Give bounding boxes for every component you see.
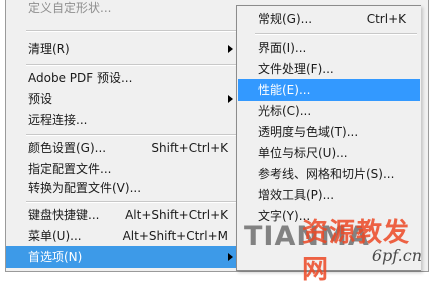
menu-item-label: 转换为配置文件(V)... [28,181,142,195]
menu-item-shortcut: Alt+Shift+Ctrl+K [125,208,228,222]
submenu-item-label: 透明度与色域(T)... [258,125,359,139]
menu-separator [26,64,238,66]
submenu-item-label: 参考线、网格和切片(S)... [258,167,395,181]
watermark: TIANMA 资源教发网 6pf.cn [244,207,422,285]
menu-item-label: 指定配置文件... [28,162,112,176]
menu-separator [26,30,238,32]
submenu-item-file-handling[interactable]: 文件处理(F)... [238,58,420,80]
menu-item-shortcut: Alt+Shift+Ctrl+M [122,229,228,243]
menu-item-label: 菜单(U)... [28,229,82,243]
submenu-item-shortcut: Ctrl+K [366,12,406,26]
submenu-item-label: 增效工具(P)... [258,188,335,202]
watermark-url-text: 6pf.cn [371,246,422,265]
menu-item-label: 键盘快捷键... [28,208,100,222]
menu-item-define-custom-shape[interactable]: 定义自定形状... [6,0,238,20]
menu-item-convert-to-profile[interactable]: 转换为配置文件(V)... [6,177,238,199]
submenu-item-label: 界面(I)... [258,41,307,55]
menu-item-label: 远程连接... [28,113,88,127]
menu-item-label: 颜色设置(G)... [28,141,107,155]
menu-item-adobe-pdf-presets[interactable]: Adobe PDF 预设... [6,67,238,89]
menu-item-remote-connections[interactable]: 远程连接... [6,109,238,131]
submenu-item-label: 性能(E)... [258,83,311,97]
menu-item-label: 定义自定形状... [28,1,112,15]
menu-item-preferences[interactable]: 首选项(N) [6,246,238,268]
menu-item-color-settings[interactable]: 颜色设置(G)... Shift+Ctrl+K [6,137,238,159]
submenu-item-label: 单位与标尺(U)... [258,146,348,160]
submenu-item-transparency-gamut[interactable]: 透明度与色域(T)... [238,121,420,143]
submenu-item-interface[interactable]: 界面(I)... [238,37,420,59]
submenu-item-general[interactable]: 常规(G)... Ctrl+K [238,8,420,30]
submenu-arrow-icon [228,253,233,261]
submenu-item-label: 光标(C)... [258,104,312,118]
menu-separator [255,33,417,35]
submenu-arrow-icon [228,45,233,53]
submenu-item-cursors[interactable]: 光标(C)... [238,100,420,122]
menu-item-label: Adobe PDF 预设... [28,71,133,85]
submenu-item-guides-grid-slices[interactable]: 参考线、网格和切片(S)... [238,163,420,185]
menu-separator [26,201,238,203]
submenu-item-performance[interactable]: 性能(E)... [238,79,420,101]
submenu-item-label: 文件处理(F)... [258,62,334,76]
submenu-arrow-icon [228,95,233,103]
menu-separator [26,134,238,136]
menu-item-label: 首选项(N) [28,250,83,264]
menu-item-menus[interactable]: 菜单(U)... Alt+Shift+Ctrl+M [6,225,238,247]
menu-item-presets[interactable]: 预设 [6,88,238,110]
menu-item-purge[interactable]: 清理(R) [6,38,238,60]
menu-item-keyboard-shortcuts[interactable]: 键盘快捷键... Alt+Shift+Ctrl+K [6,204,238,226]
menu-item-shortcut: Shift+Ctrl+K [151,141,228,155]
submenu-item-label: 常规(G)... [258,12,313,26]
menu-item-label: 清理(R) [28,42,70,56]
menu-item-label: 预设 [28,92,53,106]
submenu-item-plug-ins[interactable]: 增效工具(P)... [238,184,420,206]
submenu-item-units-rulers[interactable]: 单位与标尺(U)... [238,142,420,164]
edit-menu: 定义自定形状... 清理(R) Adobe PDF 预设... 预设 远程连接.… [6,0,240,271]
